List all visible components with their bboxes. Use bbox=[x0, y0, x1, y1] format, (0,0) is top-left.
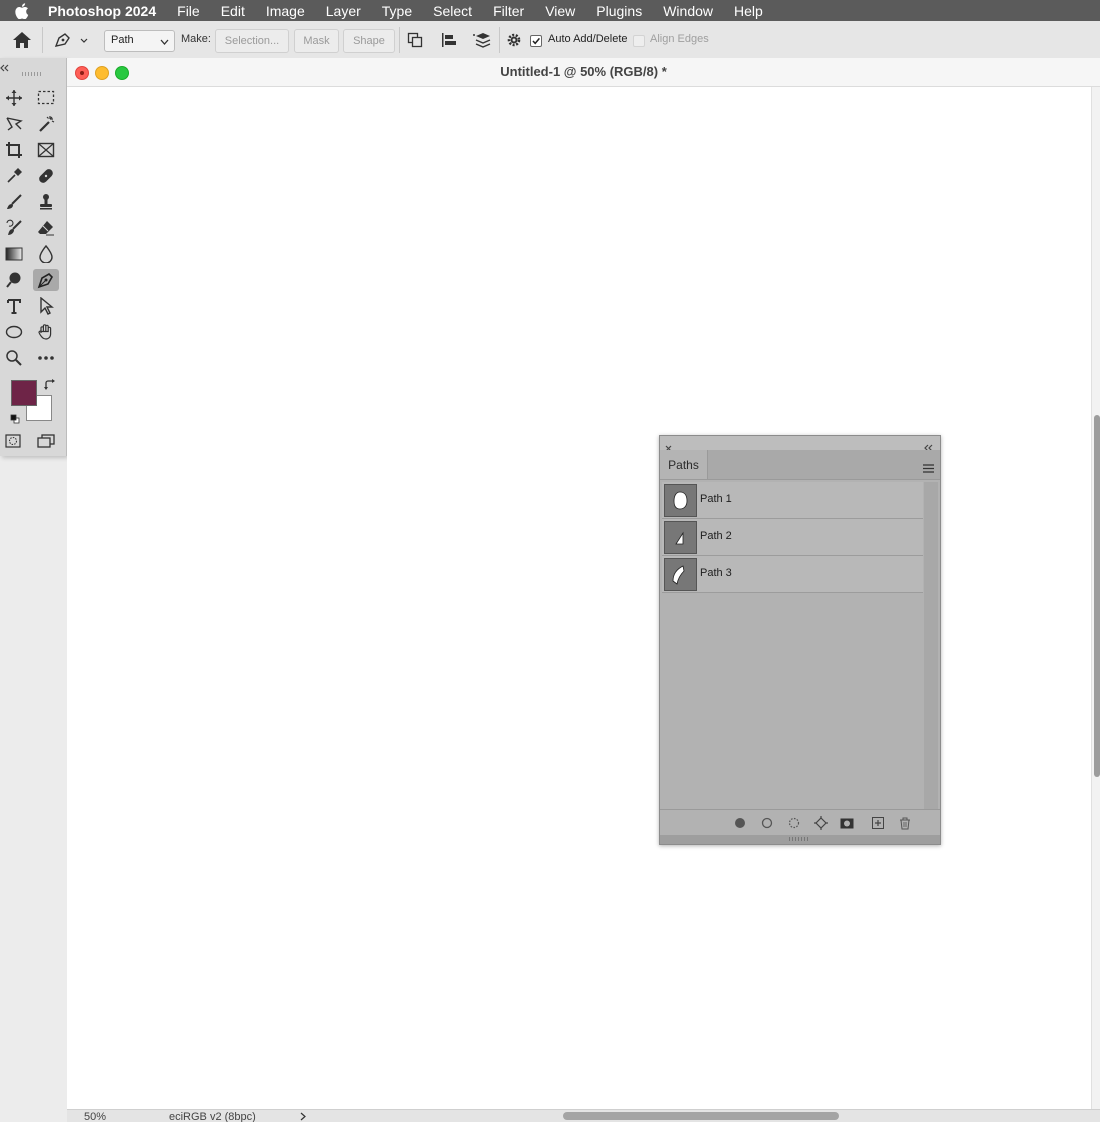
blur-tool[interactable] bbox=[33, 243, 59, 265]
screen-mode-icon[interactable] bbox=[33, 430, 59, 452]
fill-path-icon[interactable] bbox=[732, 815, 748, 831]
make-shape-button[interactable]: Shape bbox=[343, 29, 395, 53]
align-edges-label: Align Edges bbox=[650, 33, 709, 45]
type-tool[interactable] bbox=[1, 295, 27, 317]
chevron-down-icon bbox=[160, 37, 169, 49]
eraser-tool[interactable] bbox=[33, 217, 59, 239]
make-mask-button[interactable]: Mask bbox=[294, 29, 339, 53]
magic-wand-tool[interactable] bbox=[33, 113, 59, 135]
menu-filter[interactable]: Filter bbox=[493, 3, 524, 19]
home-icon[interactable] bbox=[12, 31, 32, 49]
path-thumbnail-3 bbox=[664, 558, 697, 591]
lasso-tool[interactable] bbox=[1, 113, 27, 135]
hand-tool[interactable] bbox=[33, 321, 59, 343]
make-selection-label: Selection... bbox=[224, 35, 280, 47]
panel-header[interactable] bbox=[660, 436, 940, 452]
apple-menu-icon[interactable] bbox=[12, 2, 32, 19]
new-path-icon[interactable] bbox=[870, 815, 886, 831]
path-row-3[interactable]: Path 3 bbox=[662, 556, 923, 593]
make-work-path-icon[interactable] bbox=[813, 815, 829, 831]
collapse-toolbox-icon[interactable] bbox=[0, 59, 10, 77]
paths-panel: Paths Path 1 Path 2 Path 3 bbox=[659, 435, 941, 845]
quick-mask-icon[interactable] bbox=[0, 430, 26, 452]
pen-tool-preset-picker[interactable] bbox=[52, 31, 92, 49]
path-arrangement-icon[interactable] bbox=[472, 31, 492, 52]
zoom-tool[interactable] bbox=[1, 347, 27, 369]
gradient-tool[interactable] bbox=[1, 243, 27, 265]
path-operations-icon[interactable] bbox=[407, 32, 423, 51]
panel-scrollbar[interactable] bbox=[924, 482, 938, 809]
brush-tool[interactable] bbox=[1, 191, 27, 213]
make-mask-label: Mask bbox=[303, 35, 330, 47]
stroke-path-icon[interactable] bbox=[759, 815, 775, 831]
path-thumbnail-2 bbox=[664, 521, 697, 554]
document-title: Untitled-1 @ 50% (RGB/8) * bbox=[500, 64, 667, 79]
menu-layer[interactable]: Layer bbox=[326, 3, 361, 19]
path-selection-tool[interactable] bbox=[33, 295, 59, 317]
foreground-color-swatch[interactable] bbox=[11, 380, 37, 406]
menu-help[interactable]: Help bbox=[734, 3, 763, 19]
vertical-scrollbar-thumb[interactable] bbox=[1094, 415, 1100, 777]
menu-plugins[interactable]: Plugins bbox=[596, 3, 642, 19]
path-name-3: Path 3 bbox=[700, 567, 732, 579]
make-shape-label: Shape bbox=[353, 35, 385, 47]
auto-add-delete-label: Auto Add/Delete bbox=[548, 33, 628, 45]
app-name-menu[interactable]: Photoshop 2024 bbox=[48, 3, 156, 19]
tab-paths[interactable]: Paths bbox=[660, 450, 708, 479]
horizontal-scrollbar-thumb[interactable] bbox=[563, 1112, 839, 1120]
tab-paths-label: Paths bbox=[668, 457, 699, 472]
default-colors-icon[interactable] bbox=[10, 411, 20, 429]
divider bbox=[499, 27, 500, 53]
menu-image[interactable]: Image bbox=[266, 3, 305, 19]
toolbox-grip[interactable] bbox=[22, 72, 42, 76]
frame-tool[interactable] bbox=[33, 139, 59, 161]
dodge-tool[interactable] bbox=[1, 269, 27, 291]
menu-file[interactable]: File bbox=[177, 3, 200, 19]
menu-bar: Photoshop 2024 File Edit Image Layer Typ… bbox=[0, 0, 1100, 21]
menu-select[interactable]: Select bbox=[433, 3, 472, 19]
options-bar: Path Make: Selection... Mask Shape Auto … bbox=[0, 21, 1100, 59]
add-mask-icon[interactable] bbox=[839, 815, 855, 831]
panel-resize-grip[interactable] bbox=[660, 835, 940, 844]
auto-add-delete-checkbox[interactable] bbox=[530, 35, 542, 47]
menu-window[interactable]: Window bbox=[663, 3, 713, 19]
load-path-as-selection-icon[interactable] bbox=[786, 815, 802, 831]
make-label: Make: bbox=[181, 33, 211, 45]
panel-tab-bar: Paths bbox=[660, 450, 940, 480]
align-edges-checkbox[interactable] bbox=[633, 35, 645, 47]
clone-stamp-tool[interactable] bbox=[33, 191, 59, 213]
document-info[interactable]: eciRGB v2 (8bpc) bbox=[169, 1111, 256, 1122]
path-alignment-icon[interactable] bbox=[441, 32, 457, 51]
panel-menu-icon[interactable] bbox=[923, 460, 934, 478]
trash-icon[interactable] bbox=[897, 815, 913, 831]
path-name-2: Path 2 bbox=[700, 530, 732, 542]
pen-tool[interactable] bbox=[33, 269, 59, 291]
tool-mode-value: Path bbox=[111, 34, 134, 46]
gear-icon[interactable] bbox=[506, 32, 522, 51]
path-row-2[interactable]: Path 2 bbox=[662, 519, 923, 556]
tool-mode-select[interactable]: Path bbox=[104, 30, 175, 52]
eyedropper-tool[interactable] bbox=[1, 165, 27, 187]
switch-colors-icon[interactable] bbox=[44, 378, 56, 396]
divider bbox=[42, 27, 43, 53]
make-selection-button[interactable]: Selection... bbox=[215, 29, 289, 53]
move-tool[interactable] bbox=[1, 87, 27, 109]
zoom-level[interactable]: 50% bbox=[84, 1111, 106, 1122]
panel-footer bbox=[660, 809, 940, 836]
path-row-1[interactable]: Path 1 bbox=[662, 482, 923, 519]
menu-type[interactable]: Type bbox=[382, 3, 412, 19]
path-name-1: Path 1 bbox=[700, 493, 732, 505]
path-thumbnail-1 bbox=[664, 484, 697, 517]
more-tools-icon[interactable] bbox=[33, 347, 59, 369]
tools-panel bbox=[0, 58, 67, 456]
marquee-tool[interactable] bbox=[33, 87, 59, 109]
menu-view[interactable]: View bbox=[545, 3, 575, 19]
history-brush-tool[interactable] bbox=[1, 217, 27, 239]
menu-edit[interactable]: Edit bbox=[221, 3, 245, 19]
divider bbox=[399, 27, 400, 53]
healing-brush-tool[interactable] bbox=[33, 165, 59, 187]
crop-tool[interactable] bbox=[1, 139, 27, 161]
ellipse-tool[interactable] bbox=[1, 321, 27, 343]
document-title-bar: Untitled-1 @ 50% (RGB/8) * bbox=[67, 58, 1100, 87]
